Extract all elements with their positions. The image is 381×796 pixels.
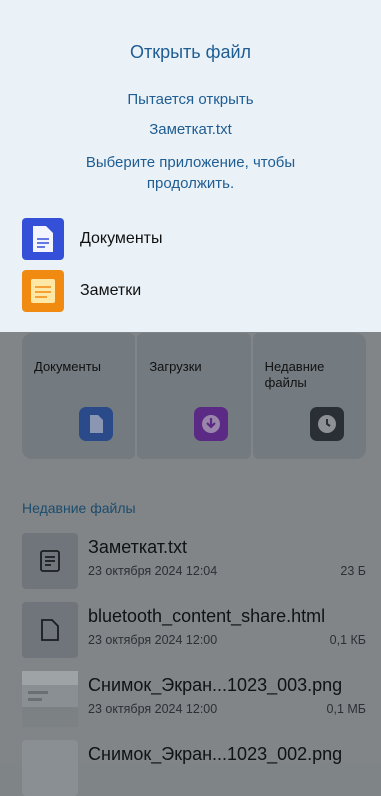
download-icon [194, 407, 229, 441]
open-with-dialog: Открыть файл Пытается открыть Заметкат.t… [0, 0, 381, 332]
category-label: Недавние файлы [264, 359, 325, 390]
category-label: Документы [34, 359, 102, 374]
text-file-icon [22, 533, 78, 589]
category-label: Загрузки [149, 359, 202, 374]
image-thumbnail [22, 671, 78, 727]
file-size: 0,1 МБ [326, 702, 366, 716]
category-grid: Документы Загрузки Недавние файлы [22, 333, 366, 459]
recent-file-row[interactable]: bluetooth_content_share.html 23 октября … [22, 602, 372, 658]
app-label: Заметки [80, 282, 142, 299]
file-date: 23 октября 2024 12:00 [88, 633, 218, 647]
recent-file-row[interactable]: Заметкат.txt 23 октября 2024 12:04 23 Б [22, 533, 372, 589]
file-size: 23 Б [340, 564, 366, 578]
file-name: Заметкат.txt [88, 537, 188, 557]
file-icon [22, 602, 78, 658]
category-documents[interactable]: Документы [22, 333, 136, 459]
file-name: Снимок_Экран...1023_003.png [88, 675, 343, 695]
app-option-documents[interactable]: Документы [22, 218, 362, 262]
docs-app-icon [22, 218, 64, 260]
file-size: 0,1 КБ [329, 633, 366, 647]
dialog-prompt: Выберите приложение, чтобы продолжить. [85, 154, 296, 192]
app-label: Документы [80, 230, 163, 247]
notes-app-icon [22, 270, 64, 312]
app-option-notes[interactable]: Заметки [22, 270, 362, 314]
image-thumbnail [22, 740, 78, 796]
file-date: 23 октября 2024 12:00 [88, 702, 218, 716]
category-recent[interactable]: Недавние файлы [252, 333, 366, 459]
dialog-subtitle: Пытается открыть [127, 91, 254, 108]
file-date: 23 октября 2024 12:04 [88, 564, 218, 578]
recent-file-row[interactable]: Снимок_Экран...1023_002.png [22, 740, 372, 796]
dialog-filename: Заметкат.txt [149, 121, 232, 138]
clock-icon [309, 407, 344, 441]
file-name: bluetooth_content_share.html [88, 606, 326, 626]
document-icon [79, 407, 113, 441]
recent-files-title: Недавние файлы [22, 500, 136, 516]
recent-file-row[interactable]: Снимок_Экран...1023_003.png 23 октября 2… [22, 671, 372, 727]
dialog-title: Открыть файл [129, 42, 252, 62]
category-downloads[interactable]: Загрузки [137, 333, 251, 459]
